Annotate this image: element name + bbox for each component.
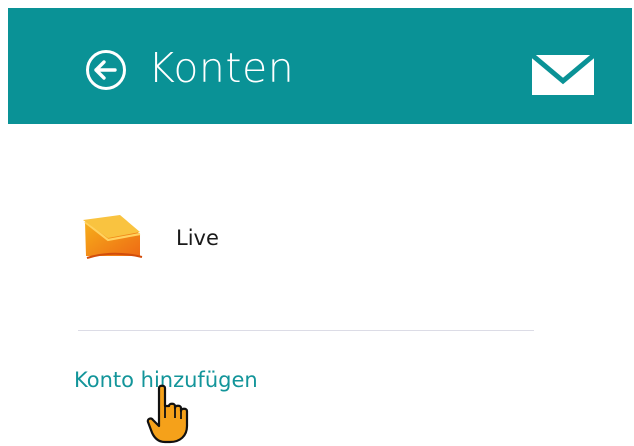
accounts-header: Konten — [8, 8, 632, 124]
back-button[interactable] — [84, 48, 128, 92]
mail-envelope-icon — [532, 55, 594, 95]
outlook-live-envelope-icon — [78, 210, 148, 264]
divider — [78, 330, 534, 331]
account-name: Live — [176, 226, 219, 250]
back-arrow-circle-icon — [84, 48, 128, 92]
add-account-link[interactable]: Konto hinzufügen — [74, 366, 258, 394]
account-item-live[interactable]: Live — [78, 210, 538, 270]
page-title: Konten — [148, 44, 295, 92]
accounts-page: Konten Live Konto hinzufügen — [0, 0, 634, 446]
